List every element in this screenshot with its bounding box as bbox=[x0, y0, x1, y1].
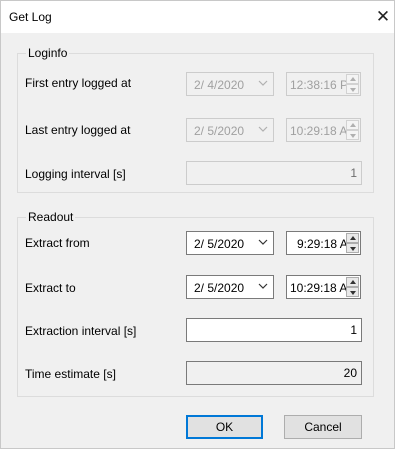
extraction-interval-label: Extraction interval [s] bbox=[25, 324, 137, 338]
cancel-button[interactable]: Cancel bbox=[284, 415, 362, 439]
last-entry-time-value: 10:29:18 AM bbox=[290, 124, 348, 138]
extract-to-date-picker[interactable]: 2/ 5/2020 bbox=[186, 275, 274, 299]
spin-up-icon bbox=[346, 74, 359, 84]
spin-down-icon[interactable] bbox=[346, 243, 359, 253]
first-entry-label: First entry logged at bbox=[25, 76, 132, 90]
chevron-down-icon[interactable] bbox=[256, 279, 270, 293]
chevron-down-icon bbox=[258, 80, 268, 86]
title-bar: Get Log ✕ bbox=[1, 1, 394, 33]
extract-from-time-picker[interactable]: 9:29:18 AM bbox=[286, 231, 361, 255]
spin-down-icon bbox=[346, 84, 359, 94]
extraction-interval-input[interactable]: 1 bbox=[186, 318, 362, 342]
chevron-down-icon[interactable] bbox=[256, 235, 270, 249]
get-log-dialog: Get Log ✕ Loginfo First entry logged at … bbox=[0, 0, 395, 449]
logging-interval-field: 1 bbox=[186, 161, 362, 185]
last-entry-time-picker: 10:29:18 AM bbox=[286, 118, 361, 142]
ok-button[interactable]: OK bbox=[186, 415, 263, 439]
spin-down-icon[interactable] bbox=[346, 287, 359, 297]
first-entry-time-spinner bbox=[346, 74, 359, 94]
extract-from-label: Extract from bbox=[25, 236, 90, 250]
window-title: Get Log bbox=[9, 10, 52, 24]
extract-to-date-value: 2/ 5/2020 bbox=[194, 281, 245, 295]
extract-from-date-picker[interactable]: 2/ 5/2020 bbox=[186, 231, 274, 255]
spin-up-icon[interactable] bbox=[346, 233, 359, 243]
first-entry-time-value: 12:38:16 PM bbox=[290, 78, 348, 92]
first-entry-date-picker: 2/ 4/2020 bbox=[186, 72, 274, 96]
last-entry-time-spinner bbox=[346, 120, 359, 140]
chevron-down-icon bbox=[258, 126, 268, 132]
first-entry-date-value: 2/ 4/2020 bbox=[194, 78, 245, 92]
extract-to-time-spinner[interactable] bbox=[346, 277, 359, 297]
spin-down-icon bbox=[346, 130, 359, 140]
spin-up-icon[interactable] bbox=[346, 277, 359, 287]
spin-up-icon bbox=[346, 120, 359, 130]
readout-legend: Readout bbox=[26, 210, 76, 224]
time-estimate-field: 20 bbox=[186, 361, 362, 385]
extract-from-time-value: 9:29:18 AM bbox=[297, 237, 348, 251]
last-entry-date-picker: 2/ 5/2020 bbox=[186, 118, 274, 142]
extract-to-time-picker[interactable]: 10:29:18 AM bbox=[286, 275, 361, 299]
extract-to-label: Extract to bbox=[25, 281, 76, 295]
extract-from-date-value: 2/ 5/2020 bbox=[194, 237, 245, 251]
extract-from-time-spinner[interactable] bbox=[346, 233, 359, 253]
first-entry-time-picker: 12:38:16 PM bbox=[286, 72, 361, 96]
extract-to-time-value: 10:29:18 AM bbox=[290, 281, 348, 295]
last-entry-date-value: 2/ 5/2020 bbox=[194, 124, 245, 138]
close-icon[interactable]: ✕ bbox=[372, 6, 394, 28]
time-estimate-label: Time estimate [s] bbox=[25, 367, 116, 381]
last-entry-label: Last entry logged at bbox=[25, 123, 131, 137]
logging-interval-label: Logging interval [s] bbox=[25, 167, 126, 181]
loginfo-legend: Loginfo bbox=[26, 46, 70, 60]
